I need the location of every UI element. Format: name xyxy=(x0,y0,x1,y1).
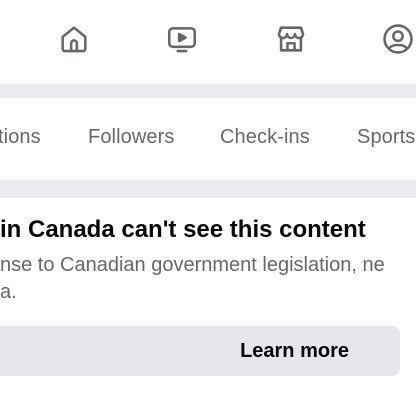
divider xyxy=(0,84,416,98)
bottom-strip xyxy=(0,398,416,416)
content-unavailable-notice: in Canada can't see this content nse to … xyxy=(0,198,416,416)
learn-more-button[interactable]: Learn more xyxy=(0,326,400,376)
tab-mentions[interactable]: tions xyxy=(0,126,41,149)
profile-icon[interactable] xyxy=(378,19,416,59)
notice-body-line: nse to Canadian government legislation, … xyxy=(0,254,385,276)
tab-followers[interactable]: Followers xyxy=(88,126,174,149)
notice-title: in Canada can't see this content xyxy=(0,216,366,243)
marketplace-icon[interactable] xyxy=(271,19,311,59)
top-navigation-bar xyxy=(0,0,416,84)
tab-check-ins[interactable]: Check-ins xyxy=(220,126,310,149)
profile-tab-bar: tions Followers Check-ins Sports xyxy=(0,98,416,180)
notice-body-line: a. xyxy=(0,281,17,303)
tab-sports[interactable]: Sports xyxy=(357,126,415,149)
divider xyxy=(0,180,416,198)
video-icon[interactable] xyxy=(162,19,202,59)
notice-body: nse to Canadian government legislation, … xyxy=(0,252,416,306)
home-icon[interactable] xyxy=(54,19,94,59)
